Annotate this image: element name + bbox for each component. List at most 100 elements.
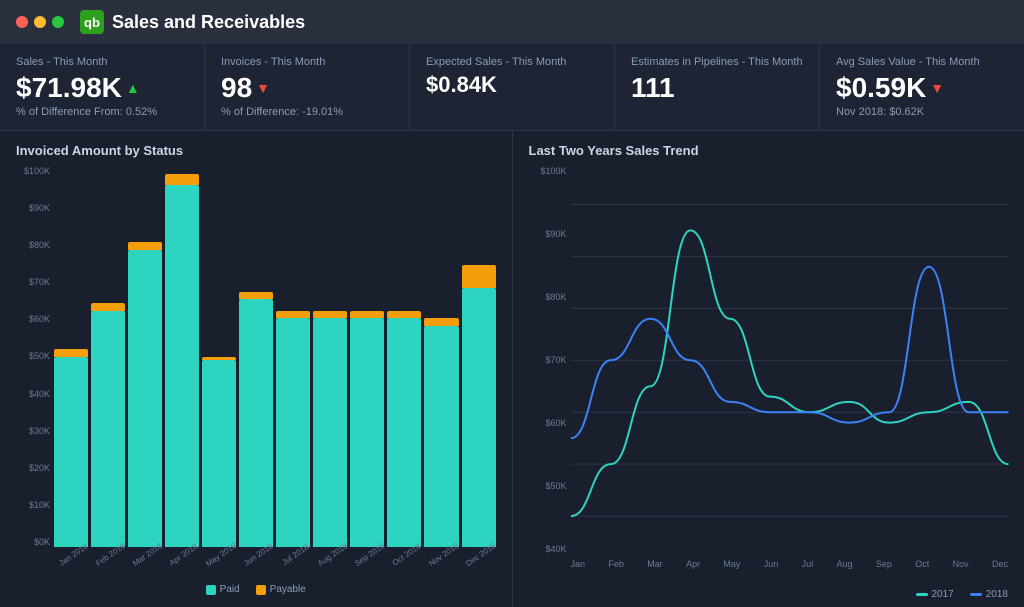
line-x-label: Dec — [992, 559, 1008, 569]
line-chart-panel: Last Two Years Sales Trend $40K$50K$60K$… — [513, 131, 1024, 607]
legend-paid-label: Paid — [220, 584, 240, 595]
line-x-label: Apr — [686, 559, 700, 569]
bar-y-label: $90K — [16, 203, 50, 213]
kpi-avg-sub: Nov 2018: $0.62K — [836, 106, 1008, 118]
line-chart-title: Last Two Years Sales Trend — [529, 143, 1009, 158]
bar-paid-segment — [276, 318, 310, 547]
line-svg-container — [571, 166, 1009, 555]
bar-chart-inner: $0K $10K $20K $30K $40K $50K $60K $70K $80K $90K $… — [16, 166, 496, 547]
bar-y-label: $0K — [16, 537, 50, 547]
bar-y-label: $30K — [16, 426, 50, 436]
legend-paid: Paid — [206, 584, 240, 595]
kpi-invoices-value: 98 ▼ — [221, 72, 393, 104]
bar-paid-segment — [128, 250, 162, 547]
bar-paid-segment — [387, 318, 421, 547]
bar-payable-segment — [313, 311, 347, 319]
bar-group — [313, 166, 347, 547]
traffic-lights — [16, 16, 64, 28]
kpi-sales-sub: % of Difference From: 0.52% — [16, 106, 188, 118]
line-2017-color — [916, 593, 928, 596]
line-x-label: Sep — [876, 559, 892, 569]
bar-paid-segment — [424, 326, 458, 547]
bar-payable-segment — [350, 311, 384, 319]
line-x-label: Jan — [571, 559, 586, 569]
legend-2018-label: 2018 — [986, 589, 1008, 600]
line-x-label: Aug — [837, 559, 853, 569]
maximize-button[interactable] — [52, 16, 64, 28]
bar-legend: Paid Payable — [16, 584, 496, 595]
bar-paid-segment — [239, 299, 273, 547]
line-y-label: $70K — [529, 355, 567, 365]
bar-paid-segment — [165, 185, 199, 547]
bars-area — [54, 166, 496, 547]
kpi-invoices-sub: % of Difference: -19.01% — [221, 106, 393, 118]
bar-payable-segment — [387, 311, 421, 319]
line-chart-svg-area: $40K$50K$60K$70K$80K$90K$100K — [529, 166, 1009, 555]
close-button[interactable] — [16, 16, 28, 28]
bar-group — [387, 166, 421, 547]
legend-2017-label: 2017 — [932, 589, 954, 600]
minimize-button[interactable] — [34, 16, 46, 28]
bar-payable-segment — [128, 242, 162, 250]
bar-payable-segment — [424, 318, 458, 326]
bar-payable-segment — [165, 174, 199, 185]
bar-paid-segment — [462, 288, 496, 547]
bar-paid-segment — [313, 318, 347, 547]
line-x-label: Mar — [647, 559, 663, 569]
line-y-label: $80K — [529, 292, 567, 302]
bar-group — [128, 166, 162, 547]
avg-trend-down-icon: ▼ — [930, 80, 944, 96]
kpi-sales-value: $71.98K ▲ — [16, 72, 188, 104]
line-y-label: $60K — [529, 418, 567, 428]
legend-payable-label: Payable — [270, 584, 306, 595]
bar-x-labels: Jan 2018Feb 2018Mar 2018Apr 2018May 2018… — [16, 551, 496, 560]
bar-chart-panel: Invoiced Amount by Status $0K$10K$20K$30… — [0, 131, 513, 607]
bar-group — [350, 166, 384, 547]
kpi-avg: Avg Sales Value - This Month $0.59K ▼ No… — [820, 44, 1024, 130]
bar-paid-segment — [91, 311, 125, 547]
title-bar: qb Sales and Receivables — [0, 0, 1024, 44]
bar-y-label: $100K — [16, 166, 50, 176]
bar-y-label: $80K — [16, 240, 50, 250]
bar-paid-segment — [202, 360, 236, 547]
line-chart-wrapper: $40K$50K$60K$70K$80K$90K$100K JanFebMarA… — [529, 166, 1009, 600]
line-x-label: Jun — [764, 559, 779, 569]
kpi-expected: Expected Sales - This Month $0.84K — [410, 44, 615, 130]
bar-y-label: $10K — [16, 500, 50, 510]
line-y-label: $40K — [529, 544, 567, 554]
trend-up-icon: ▲ — [126, 80, 140, 96]
bar-group — [276, 166, 310, 547]
line-x-label: Nov — [953, 559, 969, 569]
payable-color — [256, 585, 266, 595]
kpi-sales: Sales - This Month $71.98K ▲ % of Differ… — [0, 44, 205, 130]
page-title: Sales and Receivables — [112, 12, 305, 33]
bar-y-label: $70K — [16, 277, 50, 287]
bar-y-label: $60K — [16, 314, 50, 324]
kpi-expected-value: $0.84K — [426, 72, 598, 98]
bar-y-label: $20K — [16, 463, 50, 473]
bar-payable-segment — [276, 311, 310, 319]
bar-y-label: $50K — [16, 351, 50, 361]
line-legend: 2017 2018 — [529, 589, 1009, 600]
kpi-sales-label: Sales - This Month — [16, 56, 188, 68]
qb-icon: qb — [80, 10, 104, 34]
bar-y-axis: $0K $10K $20K $30K $40K $50K $60K $70K $80K $90K $… — [16, 166, 54, 547]
line-y-axis: $40K$50K$60K$70K$80K$90K$100K — [529, 166, 571, 555]
line-y-label: $100K — [529, 166, 567, 176]
paid-color — [206, 585, 216, 595]
kpi-estimates-value: 111 — [631, 72, 803, 104]
kpi-expected-label: Expected Sales - This Month — [426, 56, 598, 68]
legend-2018: 2018 — [970, 589, 1008, 600]
kpi-invoices-label: Invoices - This Month — [221, 56, 393, 68]
bar-group — [54, 166, 88, 547]
legend-payable: Payable — [256, 584, 306, 595]
bar-y-label: $40K — [16, 389, 50, 399]
bar-payable-segment — [91, 303, 125, 311]
kpi-invoices: Invoices - This Month 98 ▼ % of Differen… — [205, 44, 410, 130]
bar-group — [91, 166, 125, 547]
charts-area: Invoiced Amount by Status $0K$10K$20K$30… — [0, 131, 1024, 607]
line-x-label: Jul — [802, 559, 814, 569]
line-x-label: Feb — [608, 559, 624, 569]
kpi-estimates-label: Estimates in Pipelines - This Month — [631, 56, 803, 68]
kpi-row: Sales - This Month $71.98K ▲ % of Differ… — [0, 44, 1024, 131]
